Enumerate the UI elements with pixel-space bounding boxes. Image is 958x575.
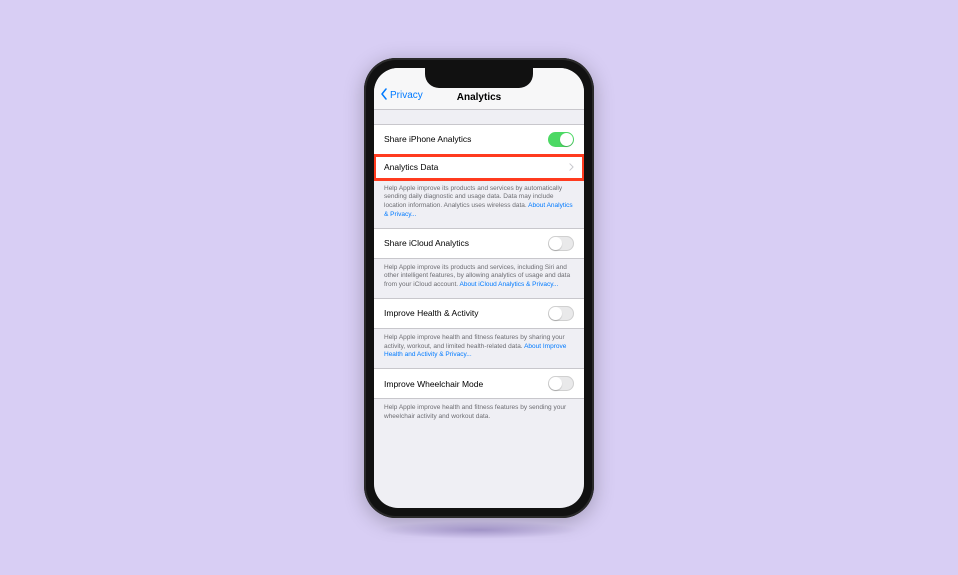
device-shadow — [379, 521, 579, 539]
share-iphone-analytics-toggle[interactable] — [548, 132, 574, 147]
section-spacer — [374, 110, 584, 124]
phone-device-frame: Privacy Analytics Share iPhone Analytics… — [364, 58, 594, 518]
row-label: Share iCloud Analytics — [384, 238, 469, 248]
row-label: Share iPhone Analytics — [384, 134, 471, 144]
row-label: Improve Health & Activity — [384, 308, 478, 318]
footer-text: Help Apple improve health and fitness fe… — [384, 404, 566, 420]
back-label: Privacy — [390, 90, 423, 101]
share-icloud-analytics-row[interactable]: Share iCloud Analytics — [374, 228, 584, 259]
settings-content: Share iPhone Analytics Analytics Data He… — [374, 110, 584, 508]
improve-wheelchair-mode-row[interactable]: Improve Wheelchair Mode — [374, 368, 584, 399]
device-screen: Privacy Analytics Share iPhone Analytics… — [374, 68, 584, 508]
device-notch — [425, 66, 533, 88]
wheelchair-footer: Help Apple improve health and fitness fe… — [374, 399, 584, 430]
health-activity-footer: Help Apple improve health and fitness fe… — [374, 329, 584, 368]
icloud-analytics-footer: Help Apple improve its products and serv… — [374, 259, 584, 298]
iphone-analytics-footer: Help Apple improve its products and serv… — [374, 180, 584, 228]
back-button[interactable]: Privacy — [380, 88, 423, 103]
row-label: Improve Wheelchair Mode — [384, 379, 483, 389]
chevron-left-icon — [380, 88, 390, 103]
share-icloud-analytics-toggle[interactable] — [548, 236, 574, 251]
chevron-right-icon — [569, 163, 574, 171]
about-icloud-privacy-link[interactable]: About iCloud Analytics & Privacy... — [460, 281, 559, 288]
improve-wheelchair-mode-toggle[interactable] — [548, 376, 574, 391]
share-iphone-analytics-row[interactable]: Share iPhone Analytics — [374, 124, 584, 155]
improve-health-activity-toggle[interactable] — [548, 306, 574, 321]
analytics-data-row[interactable]: Analytics Data — [374, 155, 584, 180]
row-label: Analytics Data — [384, 162, 438, 172]
improve-health-activity-row[interactable]: Improve Health & Activity — [374, 298, 584, 329]
